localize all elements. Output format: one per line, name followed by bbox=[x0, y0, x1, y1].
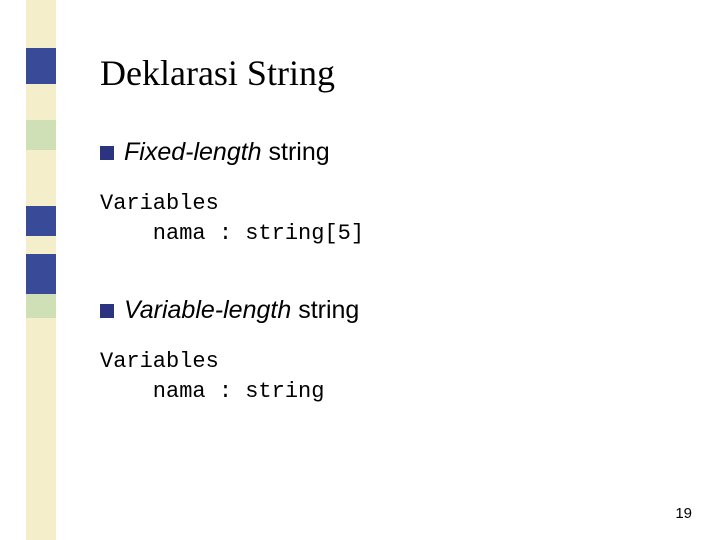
sidebar-block bbox=[26, 206, 56, 236]
bullet-italic: Variable-length bbox=[124, 296, 291, 324]
sidebar-block bbox=[26, 84, 56, 120]
code-block: Variables nama : string bbox=[100, 347, 680, 406]
sidebar-block bbox=[26, 150, 56, 206]
square-bullet-icon bbox=[100, 146, 114, 160]
sidebar-block bbox=[26, 294, 56, 318]
square-bullet-icon bbox=[100, 304, 114, 318]
page-number: 19 bbox=[675, 505, 692, 522]
slide-content: Deklarasi String Fixed-length string Var… bbox=[100, 52, 680, 455]
sidebar-block bbox=[26, 0, 56, 48]
bullet-italic: Fixed-length bbox=[124, 138, 262, 166]
bullet-item: Variable-length string bbox=[100, 296, 680, 325]
sidebar-block bbox=[26, 318, 56, 540]
bullet-text: Variable-length string bbox=[124, 296, 359, 325]
slide-title: Deklarasi String bbox=[100, 52, 680, 94]
bullet-rest: string bbox=[291, 296, 359, 324]
bullet-rest: string bbox=[262, 138, 330, 166]
sidebar-block bbox=[26, 254, 56, 294]
bullet-text: Fixed-length string bbox=[124, 138, 330, 167]
sidebar-block bbox=[26, 120, 56, 150]
code-block: Variables nama : string[5] bbox=[100, 189, 680, 248]
decorative-sidebar bbox=[26, 0, 56, 540]
sidebar-block bbox=[26, 48, 56, 84]
bullet-item: Fixed-length string bbox=[100, 138, 680, 167]
sidebar-block bbox=[26, 236, 56, 254]
